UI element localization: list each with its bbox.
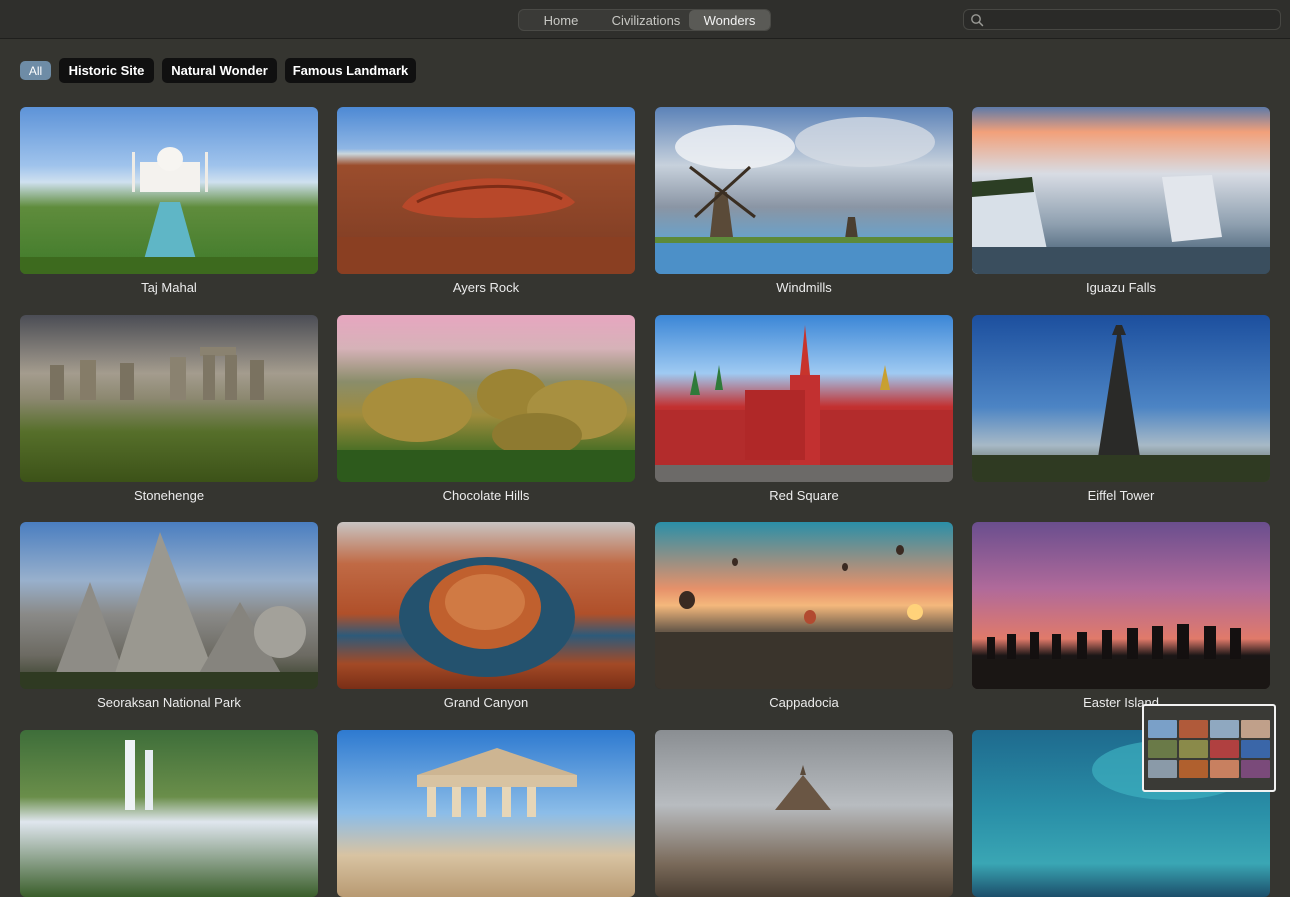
wonder-image[interactable]	[972, 107, 1270, 274]
wonder-image[interactable]	[972, 522, 1270, 689]
section-segmented-control: Home Civilizations Wonders	[518, 9, 771, 31]
iguazu-falls-image	[972, 175, 1270, 274]
seoraksan-image	[20, 532, 318, 689]
eiffel-tower-image	[972, 325, 1270, 482]
wonder-title: Iguazu Falls	[1085, 280, 1157, 295]
preview-grid	[1148, 720, 1270, 778]
taj-mahal-image	[20, 147, 318, 274]
tab-home[interactable]: Home	[519, 10, 603, 30]
filter-all[interactable]: All	[20, 61, 51, 80]
wonder-title: Cappadocia	[769, 695, 839, 710]
wonder-image[interactable]	[20, 522, 318, 689]
waterfall-image	[125, 740, 153, 810]
grand-canyon-image	[399, 557, 575, 677]
chocolate-hills-image	[337, 369, 635, 482]
search-input[interactable]	[990, 11, 1279, 30]
search-icon	[971, 14, 984, 27]
wonder-image[interactable]	[337, 730, 635, 897]
wonder-card[interactable]: Eiffel Tower	[972, 315, 1270, 504]
wonder-image[interactable]	[20, 315, 318, 482]
mont-saint-michel-image	[775, 765, 831, 810]
toolbar: Home Civilizations Wonders	[0, 0, 1290, 39]
wonder-card[interactable]: Seoraksan National Park	[20, 522, 318, 711]
wonder-card[interactable]: Windmills	[655, 107, 953, 296]
filter-natural-wonder[interactable]: Natural Wonder	[162, 58, 277, 83]
wonder-title: Seoraksan National Park	[97, 695, 241, 710]
wonder-card[interactable]: Stonehenge	[20, 315, 318, 504]
search-field[interactable]	[963, 9, 1281, 30]
wonder-image[interactable]	[337, 315, 635, 482]
window-preview-thumbnail[interactable]	[1142, 704, 1276, 792]
stonehenge-image	[50, 347, 264, 400]
tab-civilizations[interactable]: Civilizations	[603, 10, 689, 30]
wonder-title: Eiffel Tower	[1087, 488, 1155, 503]
filter-famous-landmark[interactable]: Famous Landmark	[285, 58, 416, 83]
wonder-title: Red Square	[769, 488, 839, 503]
wonder-image[interactable]	[972, 315, 1270, 482]
wonder-card[interactable]	[20, 730, 318, 897]
acropolis-image	[417, 748, 577, 817]
wonder-title: Grand Canyon	[443, 695, 529, 710]
wonder-title: Stonehenge	[133, 488, 205, 503]
wonder-title: Taj Mahal	[141, 280, 197, 295]
wonder-image[interactable]	[20, 107, 318, 274]
wonder-image[interactable]	[655, 522, 953, 689]
ayers-rock-image	[337, 178, 635, 274]
wonder-card[interactable]: Cappadocia	[655, 522, 953, 711]
wonder-card[interactable]	[655, 730, 953, 897]
wonder-card[interactable]: Easter Island	[972, 522, 1270, 711]
wonder-title: Windmills	[776, 280, 832, 295]
easter-island-image	[972, 624, 1270, 689]
wonder-image[interactable]	[655, 107, 953, 274]
wonder-card[interactable]	[337, 730, 635, 897]
wonder-card[interactable]: Taj Mahal	[20, 107, 318, 296]
wonder-image[interactable]	[655, 315, 953, 482]
wonder-title: Ayers Rock	[452, 280, 520, 295]
filter-historic-site[interactable]: Historic Site	[59, 58, 154, 83]
wonder-image[interactable]	[20, 730, 318, 897]
wonder-image[interactable]	[337, 522, 635, 689]
wonder-card[interactable]: Red Square	[655, 315, 953, 504]
wonder-image[interactable]	[655, 730, 953, 897]
wonder-image[interactable]	[337, 107, 635, 274]
wonder-card[interactable]: Ayers Rock	[337, 107, 635, 296]
tab-wonders[interactable]: Wonders	[689, 10, 770, 30]
windmills-image	[655, 117, 953, 274]
wonder-title: Chocolate Hills	[442, 488, 530, 503]
wonder-card[interactable]: Iguazu Falls	[972, 107, 1270, 296]
wonder-card[interactable]: Grand Canyon	[337, 522, 635, 711]
wonder-card[interactable]: Chocolate Hills	[337, 315, 635, 504]
red-square-image	[655, 325, 953, 482]
cappadocia-image	[655, 545, 953, 689]
